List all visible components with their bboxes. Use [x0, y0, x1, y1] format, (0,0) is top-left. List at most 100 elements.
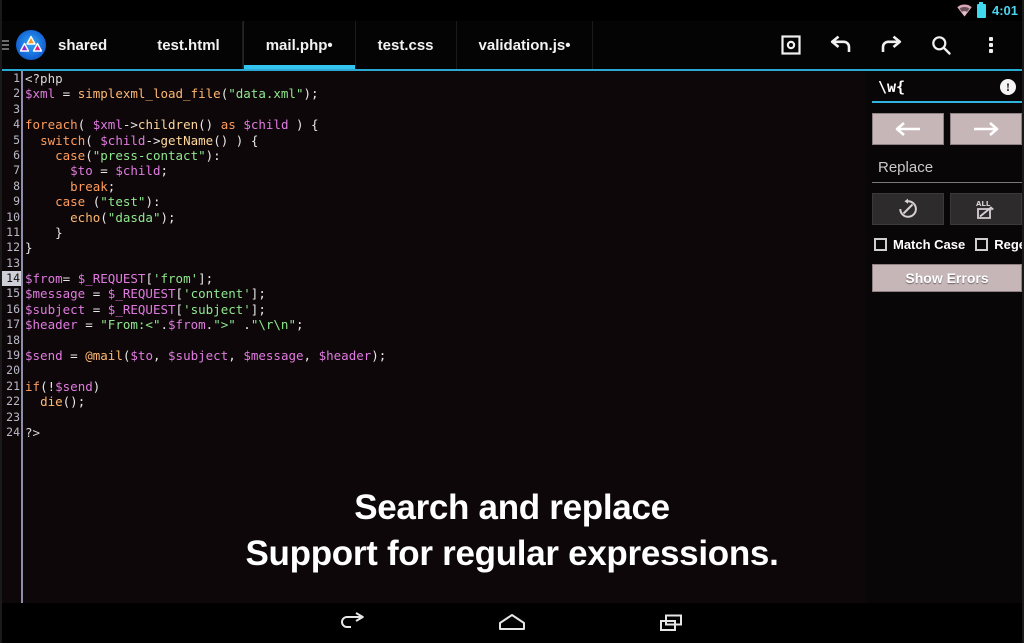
code-token: $to	[130, 348, 153, 364]
line-number: 5	[13, 132, 20, 147]
line-number: 18	[6, 332, 20, 347]
code-line[interactable]: 6 case("press-contact"):	[0, 148, 866, 163]
code-text: $send = @mail($to, $subject, $message, $…	[21, 348, 866, 363]
tab-mail-php[interactable]: mail.php•	[242, 21, 356, 69]
code-token: break	[70, 178, 108, 194]
code-token: $_REQUEST	[107, 286, 176, 302]
code-line[interactable]: 9 case ("test"):	[0, 194, 866, 209]
code-token: $subject	[25, 301, 86, 317]
wifi-icon	[957, 4, 972, 17]
save-icon[interactable]	[766, 21, 816, 69]
code-line[interactable]: 3	[0, 102, 866, 117]
code-token: $to	[70, 163, 93, 179]
code-token: }	[25, 224, 63, 240]
code-line[interactable]: 1 <?php	[0, 71, 866, 86]
line-number: 2	[13, 86, 20, 101]
code-token: ->	[122, 117, 138, 133]
code-token: =	[62, 271, 78, 287]
replace-button[interactable]	[872, 193, 944, 225]
code-line[interactable]: 4 foreach( $xml->children() as $child ) {	[0, 117, 866, 132]
code-text: $from= $_REQUEST['from'];	[21, 271, 866, 286]
code-token: =	[62, 348, 86, 364]
code-line[interactable]: 19 $send = @mail($to, $subject, $message,…	[0, 348, 866, 363]
code-line[interactable]: 24 ?>	[0, 425, 866, 440]
code-token: () ) {	[213, 132, 259, 148]
code-token: )	[92, 378, 101, 394]
code-text: }	[21, 240, 866, 255]
tab-shared[interactable]: shared	[52, 21, 135, 69]
code-token: $from	[25, 271, 63, 287]
code-line[interactable]: 21 if(!$send)	[0, 379, 866, 394]
home-icon[interactable]	[482, 603, 542, 643]
code-editor[interactable]: 1 <?php 2 $xml = simplexml_load_file("data.…	[0, 71, 866, 603]
code-token: ,	[303, 348, 319, 364]
code-line[interactable]: 8 break;	[0, 179, 866, 194]
back-icon[interactable]	[322, 603, 382, 643]
show-errors-button[interactable]: Show Errors	[872, 264, 1022, 292]
code-token: simplexml_load_file	[77, 86, 221, 102]
line-number: 17	[6, 317, 20, 332]
code-line[interactable]: 11 }	[0, 225, 866, 240]
code-text: die();	[21, 394, 866, 409]
line-number: 24	[6, 424, 20, 439]
code-token: (!	[40, 378, 56, 394]
regex-label: Regex	[994, 237, 1022, 252]
gutter-divider	[21, 71, 23, 603]
match-case-checkbox[interactable]	[874, 238, 887, 251]
code-line[interactable]: 18	[0, 333, 866, 348]
code-line[interactable]: 13	[0, 256, 866, 271]
search-input-value: \w{	[878, 78, 906, 96]
code-line[interactable]: 12}	[0, 240, 866, 255]
search-input[interactable]: \w{ !	[872, 75, 1022, 103]
code-token: ,	[152, 348, 169, 364]
code-token: $header	[25, 317, 78, 333]
app-logo-icon[interactable]	[10, 21, 52, 69]
undo-icon[interactable]	[816, 21, 866, 69]
find-previous-button[interactable]	[872, 113, 944, 145]
code-line[interactable]: 7 $to = $child;	[0, 163, 866, 178]
code-line[interactable]: 15 $message = $_REQUEST['content'];	[0, 286, 866, 301]
tab-test-css[interactable]: test.css	[356, 21, 457, 69]
replace-input-placeholder: Replace	[878, 159, 934, 176]
line-number: 19	[6, 348, 20, 363]
tab-validation-js[interactable]: validation.js•	[457, 21, 594, 69]
search-nav-buttons	[872, 113, 1022, 145]
code-token: foreach	[25, 117, 78, 133]
code-token: $subject	[168, 348, 229, 364]
code-line[interactable]: 16 $subject = $_REQUEST['subject'];	[0, 302, 866, 317]
replace-input[interactable]: Replace	[872, 155, 1022, 183]
code-line[interactable]: 17 $header = "From:<".$from.">" ."\r\n";	[0, 317, 866, 332]
tab-test-html[interactable]: test.html	[135, 21, 243, 69]
code-line[interactable]: 20	[0, 363, 866, 378]
tab-label: validation.js•	[478, 36, 571, 54]
redo-icon[interactable]	[866, 21, 916, 69]
code-text: $header = "From:<".$from.">" ."\r\n";	[21, 317, 866, 332]
code-line[interactable]: 14 $from= $_REQUEST['from'];	[0, 271, 866, 287]
replace-all-button[interactable]: ALL	[950, 193, 1022, 225]
replace-buttons: ALL	[872, 193, 1022, 225]
line-number: 10	[6, 209, 20, 224]
status-clock: 4:01	[991, 3, 1018, 18]
code-token: if	[25, 378, 41, 394]
svg-text:ALL: ALL	[976, 200, 991, 208]
line-number: 3	[13, 101, 20, 116]
code-token: "data.xml"	[228, 86, 304, 102]
code-line[interactable]: 10 echo("dasda");	[0, 210, 866, 225]
line-number: 12	[6, 240, 20, 255]
tab-label: mail.php•	[265, 36, 333, 54]
code-line[interactable]: 2 $xml = simplexml_load_file("data.xml");	[0, 86, 866, 101]
line-number: 15	[6, 286, 20, 301]
code-line[interactable]: 23	[0, 410, 866, 425]
replace-icon	[899, 198, 917, 218]
find-next-button[interactable]	[950, 113, 1022, 145]
recents-icon[interactable]	[642, 603, 702, 643]
code-line[interactable]: 5 switch( $child->getName() ) {	[0, 133, 866, 148]
code-token: ">"	[213, 317, 236, 333]
search-icon[interactable]	[916, 21, 966, 69]
regex-checkbox[interactable]	[975, 238, 989, 251]
code-line[interactable]: 22 die();	[0, 394, 866, 409]
line-number: 8	[13, 178, 20, 193]
match-case-label: Match Case	[893, 237, 966, 252]
overflow-menu-icon[interactable]	[966, 21, 1016, 69]
error-icon[interactable]: !	[1000, 79, 1016, 95]
